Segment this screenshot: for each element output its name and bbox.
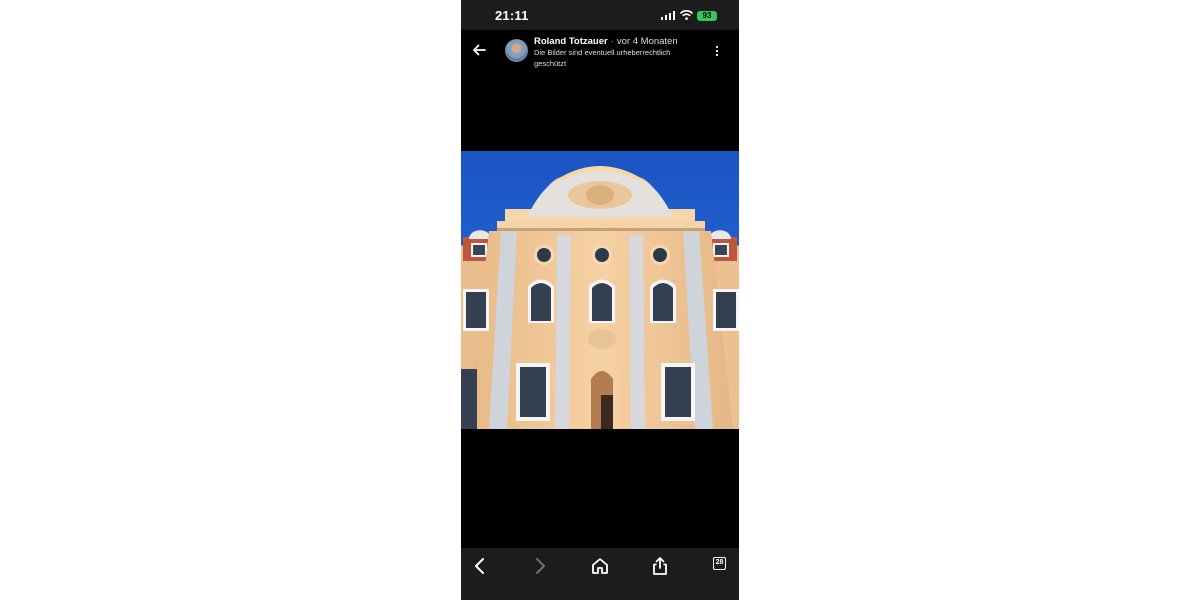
chevron-right-icon[interactable]	[529, 555, 551, 577]
browser-toolbar: 28	[461, 548, 739, 600]
tabs-icon[interactable]: 28	[713, 557, 726, 570]
arrow-left-icon[interactable]	[472, 43, 486, 57]
wifi-icon	[680, 10, 693, 20]
battery-indicator: 93	[697, 11, 717, 21]
phone-screen: 21:11 93 Roland Totzauer · vor 4 Monaten D…	[461, 0, 739, 600]
status-time: 21:11	[495, 8, 529, 23]
cellular-signal-icon	[661, 11, 675, 20]
chevron-left-icon[interactable]	[469, 555, 491, 577]
separator-dot: ·	[610, 36, 614, 47]
share-icon[interactable]	[649, 555, 671, 577]
post-header: Roland Totzauer · vor 4 Monaten Die Bilder…	[461, 30, 739, 72]
avatar[interactable]	[505, 39, 528, 62]
copyright-notice: Die Bilder sind eventuell urheberrechtli…	[534, 48, 671, 68]
author-line: Roland Totzauer · vor 4 Monaten	[534, 36, 678, 47]
status-bar: 21:11 93	[461, 0, 739, 30]
baroque-facade-photo[interactable]	[461, 151, 739, 429]
vertical-ellipsis-icon[interactable]	[713, 45, 721, 57]
author-name[interactable]: Roland Totzauer	[534, 36, 608, 47]
post-age: vor 4 Monaten	[616, 36, 678, 47]
home-icon[interactable]	[589, 555, 611, 577]
